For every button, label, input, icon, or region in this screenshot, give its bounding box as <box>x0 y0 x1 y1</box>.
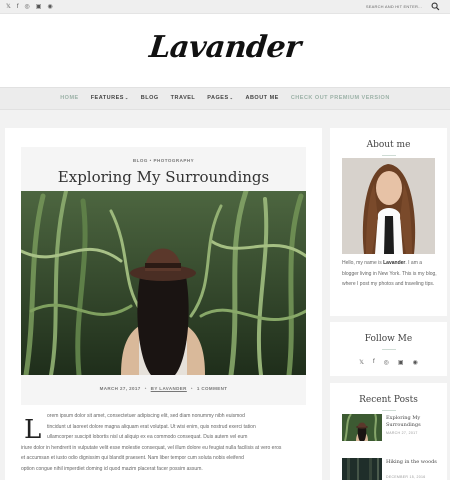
nav-item-blog[interactable]: BLOG <box>141 95 159 101</box>
nav-item-label: CHECK OUT PREMIUM VERSION <box>290 95 390 101</box>
excerpt-line: tincidunt ut laoreet dolore magna aliqua… <box>47 423 256 430</box>
post-excerpt: orem ipsum dolor sit amet, consectetuer … <box>21 411 308 474</box>
nav-item-label: BLOG <box>140 95 159 101</box>
meta-separator: • <box>190 386 193 391</box>
chevron-down-icon: ⌄ <box>124 95 129 100</box>
recent-post-item[interactable]: Hiking in the woods DECEMBER 15, 2016 <box>342 458 439 480</box>
site-logo[interactable]: Lavander <box>0 30 450 65</box>
top-bar: 𝕏 f ◎ ▣ ◉ SEARCH AND HIT ENTER... <box>0 0 450 14</box>
follow-social-links: 𝕏 f ◎ ▣ ◉ <box>330 359 447 366</box>
flickr-icon[interactable]: ▣ <box>398 359 404 366</box>
recent-post-date: DECEMBER 15, 2016 <box>386 475 426 479</box>
post-card: BLOG • PHOTOGRAPHY Exploring My Surround… <box>5 128 322 480</box>
nav-item-travel[interactable]: TRAVEL <box>171 95 196 101</box>
twitter-icon[interactable]: 𝕏 <box>359 359 364 366</box>
widget-title: Follow Me <box>364 334 413 344</box>
recent-post-title[interactable]: Hiking in the woods <box>386 459 441 466</box>
widget-title: Recent Posts <box>359 395 418 405</box>
about-widget: About me Hello, my name is Lavander. I a… <box>330 128 447 316</box>
post-author[interactable]: BY LAVANDER <box>151 386 187 391</box>
recent-post-thumbnail[interactable] <box>342 458 382 480</box>
post-dropcap: L <box>24 415 42 445</box>
post-meta: MARCH 27, 2017 • BY LAVANDER • 1 COMMENT <box>21 375 306 405</box>
recent-post-thumbnail[interactable] <box>342 414 382 441</box>
follow-widget: Follow Me 𝕏 f ◎ ▣ ◉ <box>330 322 447 376</box>
about-text: Hello, my name is Lavander. I am a blogg… <box>342 258 437 290</box>
search-input[interactable]: SEARCH AND HIT ENTER... <box>366 4 422 9</box>
meta-separator: • <box>144 386 147 391</box>
nav-item-label: TRAVEL <box>170 95 196 101</box>
facebook-icon[interactable]: f <box>373 359 375 366</box>
widget-title: About me <box>366 140 411 150</box>
excerpt-line: et accumsan et iusto odio dignissim qui … <box>21 455 244 461</box>
about-text-name: Lavander <box>383 260 406 266</box>
instagram-icon[interactable]: ◎ <box>25 3 30 11</box>
search-icon[interactable] <box>431 2 440 11</box>
nav-item-label: FEATURES <box>90 95 124 101</box>
excerpt-line: option congue nihil imperdiet doming id … <box>21 465 203 472</box>
nav-item-pages[interactable]: PAGES⌄ <box>207 95 233 101</box>
site-header: Lavander <box>0 14 450 87</box>
instagram-icon[interactable]: ◎ <box>384 359 389 366</box>
post-date[interactable]: MARCH 27, 2017 <box>100 386 141 391</box>
about-text-intro: Hello, my name is <box>342 260 384 266</box>
recent-post-title[interactable]: Exploring My Surroundings <box>386 415 441 429</box>
nav-item-premium[interactable]: CHECK OUT PREMIUM VERSION <box>291 95 390 101</box>
excerpt-line: ullamcorper suscipit lobortis nisl ut al… <box>47 434 248 440</box>
post-title[interactable]: Exploring My Surroundings <box>21 168 306 186</box>
nav-item-about-me[interactable]: ABOUT ME <box>245 95 278 101</box>
post-comments-link[interactable]: 1 COMMENT <box>197 386 228 391</box>
post-featured-image[interactable] <box>21 191 306 375</box>
nav-item-label: PAGES <box>207 95 229 101</box>
nav-item-label: HOME <box>60 95 79 101</box>
post-header: BLOG • PHOTOGRAPHY Exploring My Surround… <box>21 147 306 191</box>
flickr-icon[interactable]: ▣ <box>36 3 42 11</box>
nav-item-home[interactable]: HOME <box>60 95 79 101</box>
pinterest-icon[interactable]: ◉ <box>413 359 418 366</box>
nav-item-features[interactable]: FEATURES⌄ <box>91 95 129 101</box>
post-categories[interactable]: BLOG • PHOTOGRAPHY <box>21 158 306 163</box>
excerpt-line: iriure dolor in hendrerit in vulputate v… <box>21 444 282 451</box>
title-divider <box>381 410 396 411</box>
recent-post-date: MARCH 27, 2017 <box>386 431 418 435</box>
twitter-icon[interactable]: 𝕏 <box>6 3 11 11</box>
facebook-icon[interactable]: f <box>17 3 19 11</box>
main-navigation: HOME FEATURES⌄ BLOG TRAVEL PAGES⌄ ABOUT … <box>0 87 450 110</box>
recent-post-item[interactable]: Exploring My Surroundings MARCH 27, 2017 <box>342 414 439 441</box>
top-social-links: 𝕏 f ◎ ▣ ◉ <box>6 3 53 11</box>
pinterest-icon[interactable]: ◉ <box>47 3 52 11</box>
excerpt-line: orem ipsum dolor sit amet, consectetuer … <box>47 413 245 419</box>
nav-item-label: ABOUT ME <box>245 95 279 101</box>
chevron-down-icon: ⌄ <box>229 95 234 100</box>
recent-posts-widget: Recent Posts Exploring My Surroundings M… <box>330 383 447 480</box>
author-photo <box>342 158 435 254</box>
title-divider <box>381 155 396 156</box>
title-divider <box>381 349 396 350</box>
